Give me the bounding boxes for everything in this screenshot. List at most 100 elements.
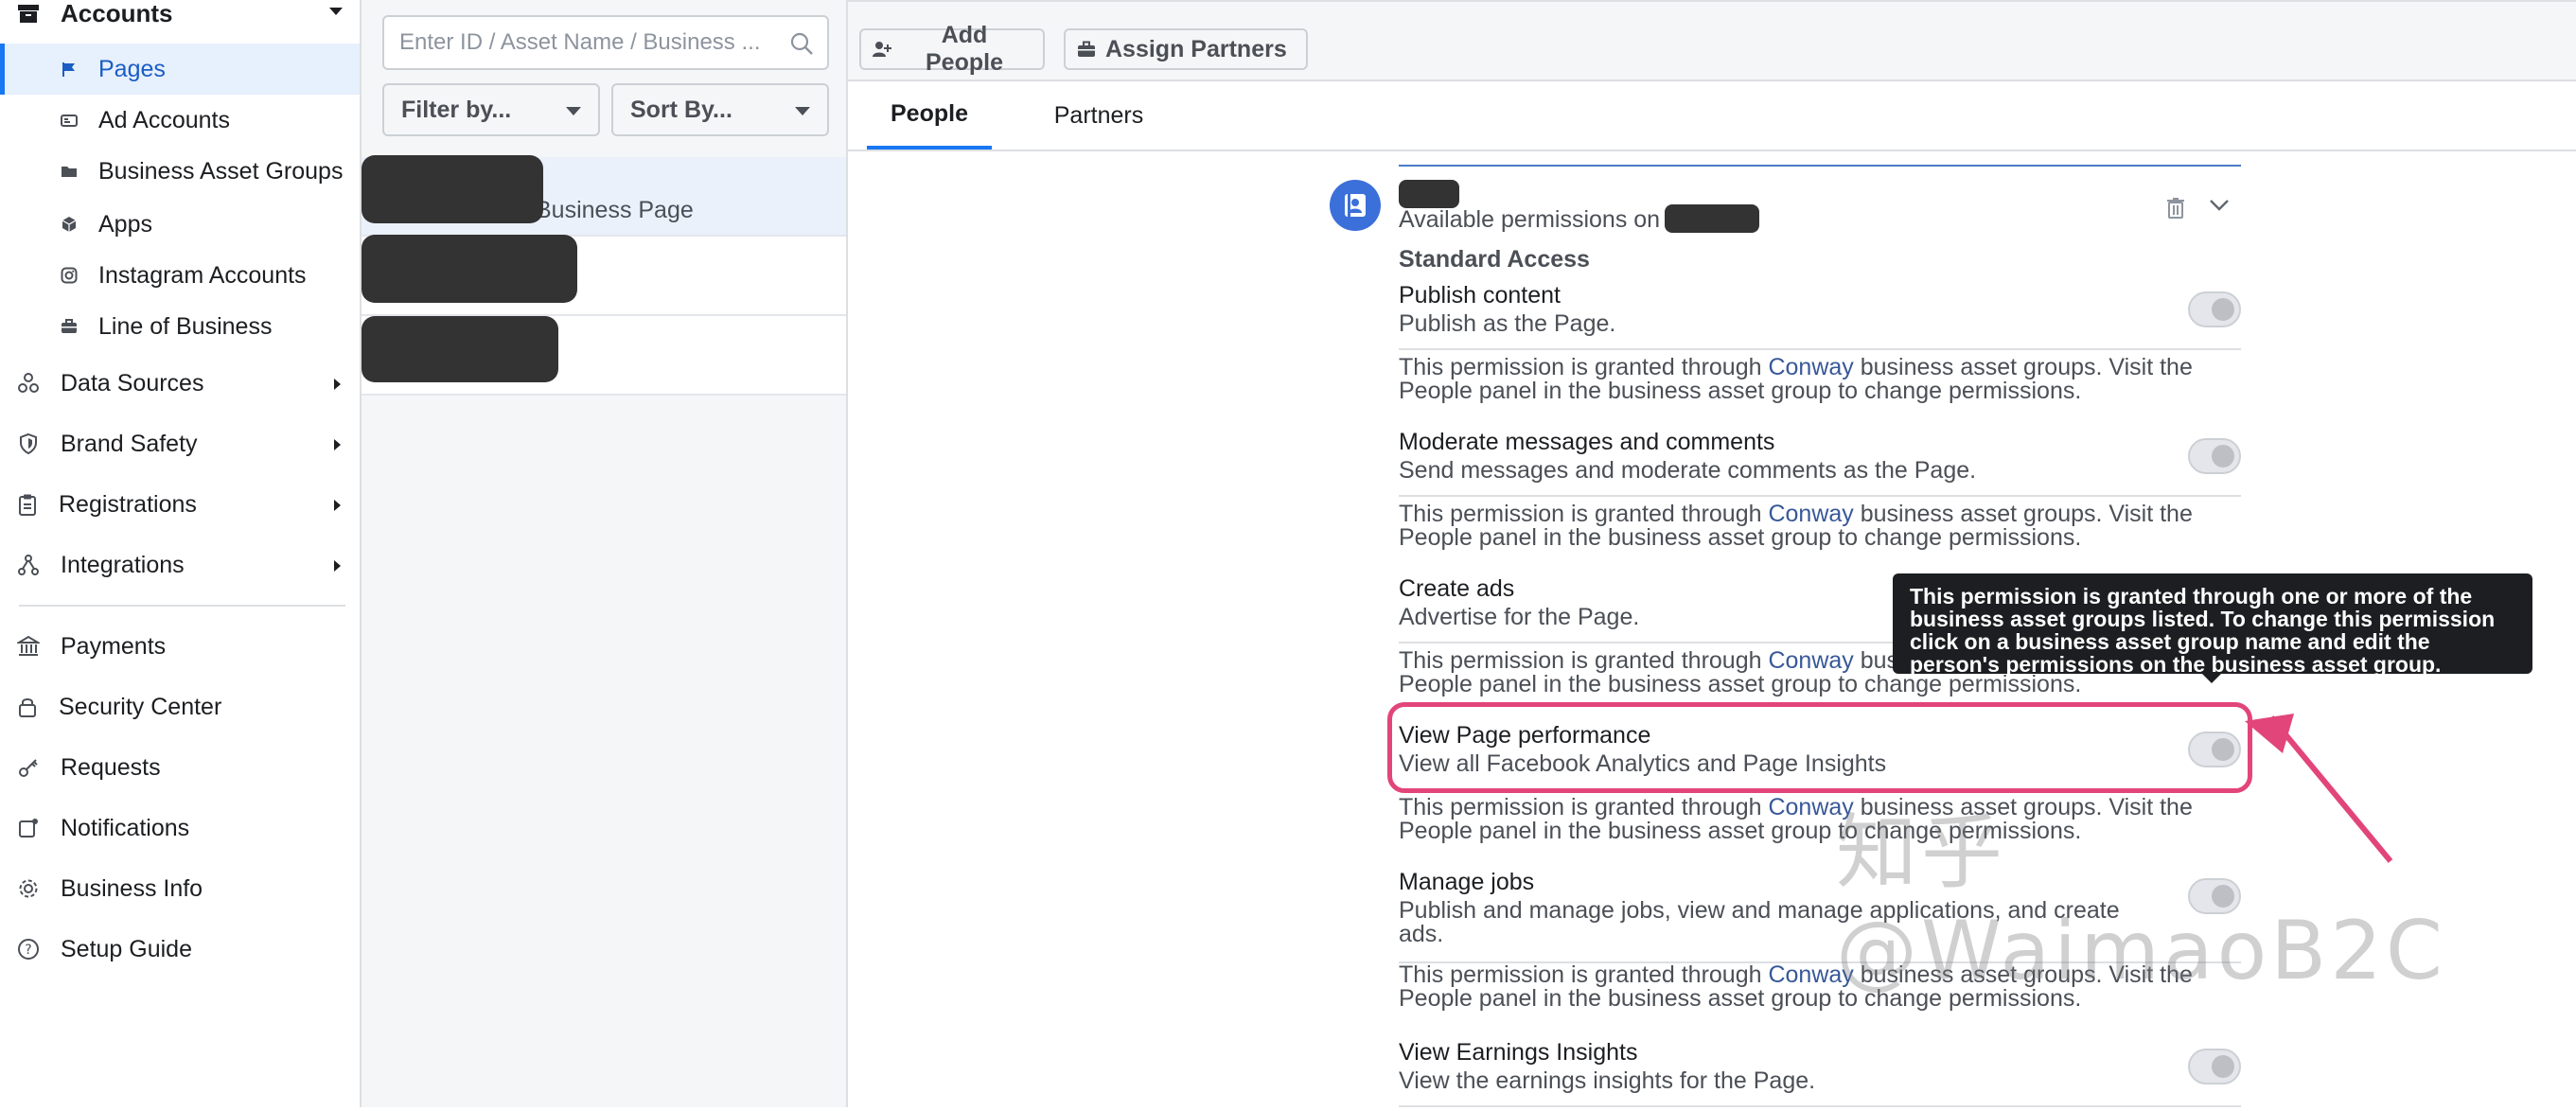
sidebar-item-brand-safety[interactable]: Brand Safety [0,414,360,473]
permission-toggle[interactable] [2188,438,2241,474]
question-icon: ? [17,938,40,961]
sidebar-item-data-sources[interactable]: Data Sources [0,354,360,413]
clipboard-icon [17,493,38,516]
instagram-icon [61,267,78,284]
toggle-knob [2212,1055,2234,1078]
chevron-right-icon [334,439,341,450]
action-toolbar: Add People Assign Partners [848,0,2576,81]
available-permissions-label: Available permissions on [1399,206,1661,233]
redacted-asset-name [362,155,543,223]
lock-icon [17,696,38,718]
asset-list-item-label: Business Page [536,197,694,223]
chevron-right-icon [334,560,341,572]
sidebar-accounts-label: Accounts [61,0,173,27]
manage-jobs-highlight [1387,702,2252,793]
sidebar-item-ad-accounts[interactable]: Ad Accounts [0,95,360,146]
integrations-icon [17,554,40,576]
sidebar-item-label: Ad Accounts [98,106,230,133]
redacted-asset-name [362,316,558,382]
chevron-down-icon [566,107,581,115]
chevron-right-icon [334,500,341,511]
sidebar-item-label: Notifications [61,814,190,841]
sidebar-item-integrations[interactable]: Integrations [0,536,360,594]
briefcase-icon [1077,41,1096,58]
archive-icon [17,3,40,24]
sidebar-item-label: Registrations [59,490,197,518]
search-icon[interactable] [789,31,814,56]
ad-accounts-icon [61,113,78,128]
add-people-button[interactable]: Add People [859,22,1045,76]
tab-bar: People Partners [848,81,2576,151]
tab-people[interactable]: People [867,81,992,150]
permission-divider [1399,348,2241,350]
sidebar-item-setup-guide[interactable]: ? Setup Guide [0,920,360,979]
sidebar-item-label: Security Center [59,693,222,720]
panel-top-border [1399,165,2241,167]
sidebar-item-payments[interactable]: Payments [0,617,360,676]
sidebar-item-notifications[interactable]: Notifications [0,799,360,857]
key-icon [17,756,40,779]
permission-toggle[interactable] [2188,1049,2241,1085]
folder-icon [61,164,78,179]
filter-dropdown[interactable]: Filter by... [382,83,600,136]
shield-icon [17,432,40,455]
permission-title: Moderate messages and comments [1399,429,1775,455]
tab-people-label: People [891,99,968,127]
permission-title: Create ads [1399,575,1515,602]
bank-icon [17,635,40,658]
bell-icon [17,817,40,839]
sidebar-item-label: Integrations [61,551,185,578]
sidebar-accounts-header[interactable]: Accounts [0,0,360,32]
sidebar-item-registrations[interactable]: Registrations [0,475,360,534]
conway-link[interactable]: Conway [1768,647,1853,674]
permission-divider [1399,495,2241,497]
sidebar-item-security-center[interactable]: Security Center [0,678,360,736]
permission-title: Publish content [1399,282,1561,309]
toggle-knob [2212,298,2234,321]
filter-dropdown-label: Filter by... [401,96,512,123]
sidebar-item-business-info[interactable]: Business Info [0,859,360,918]
tab-partners[interactable]: Partners [1028,81,1170,150]
permission-tooltip: This permission is granted through one o… [1893,573,2532,674]
sidebar-item-label: Line of Business [98,312,273,340]
toggle-knob [2212,445,2234,467]
sidebar-item-label: Setup Guide [61,935,192,962]
assign-partners-label: Assign Partners [1105,35,1287,62]
note-text: This permission is granted through [1399,794,1769,820]
sidebar-item-business-asset-groups[interactable]: Business Asset Groups [0,146,360,197]
permission-toggle[interactable] [2188,291,2241,327]
note-text: This permission is granted through [1399,647,1769,674]
svg-text:?: ? [25,943,31,958]
permission-description: Send messages and moderate comments as t… [1399,457,1977,484]
redacted-asset-name [362,235,577,303]
watermark: 知乎 @WaimaoB2C [1836,805,2446,998]
conway-link[interactable]: Conway [1768,354,1853,380]
sidebar-item-apps[interactable]: Apps [0,199,360,250]
data-sources-icon [17,372,40,395]
sort-dropdown-label: Sort By... [630,96,732,123]
sidebar-item-pages[interactable]: Pages [0,44,360,95]
sidebar-item-line-of-business[interactable]: Line of Business [0,301,360,352]
assign-partners-button[interactable]: Assign Partners [1064,28,1308,70]
permission-title: Manage jobs [1399,869,1535,895]
asset-search-input[interactable] [397,28,776,57]
sidebar-item-label: Brand Safety [61,430,198,457]
chevron-right-icon [334,379,341,390]
tab-partners-label: Partners [1053,101,1144,129]
sidebar-item-instagram-accounts[interactable]: Instagram Accounts [0,250,360,301]
sidebar-item-label: Requests [61,753,161,781]
sidebar-item-requests[interactable]: Requests [0,738,360,797]
sidebar-item-label: Data Sources [61,369,204,397]
asset-list-panel: Filter by... Sort By... Business Page [362,0,848,1107]
redacted-person-name [1399,180,1459,208]
add-people-label: Add People [926,22,1003,76]
sidebar-item-label: Business Info [61,874,203,902]
standard-access-heading: Standard Access [1399,246,1590,273]
chevron-down-icon[interactable] [2209,199,2230,217]
trash-icon[interactable] [2165,197,2186,224]
avatar [1330,180,1381,231]
sort-dropdown[interactable]: Sort By... [611,83,829,136]
permission-description: View the earnings insights for the Page. [1399,1067,1816,1094]
tooltip-pointer [2202,674,2221,683]
conway-link[interactable]: Conway [1768,501,1853,527]
